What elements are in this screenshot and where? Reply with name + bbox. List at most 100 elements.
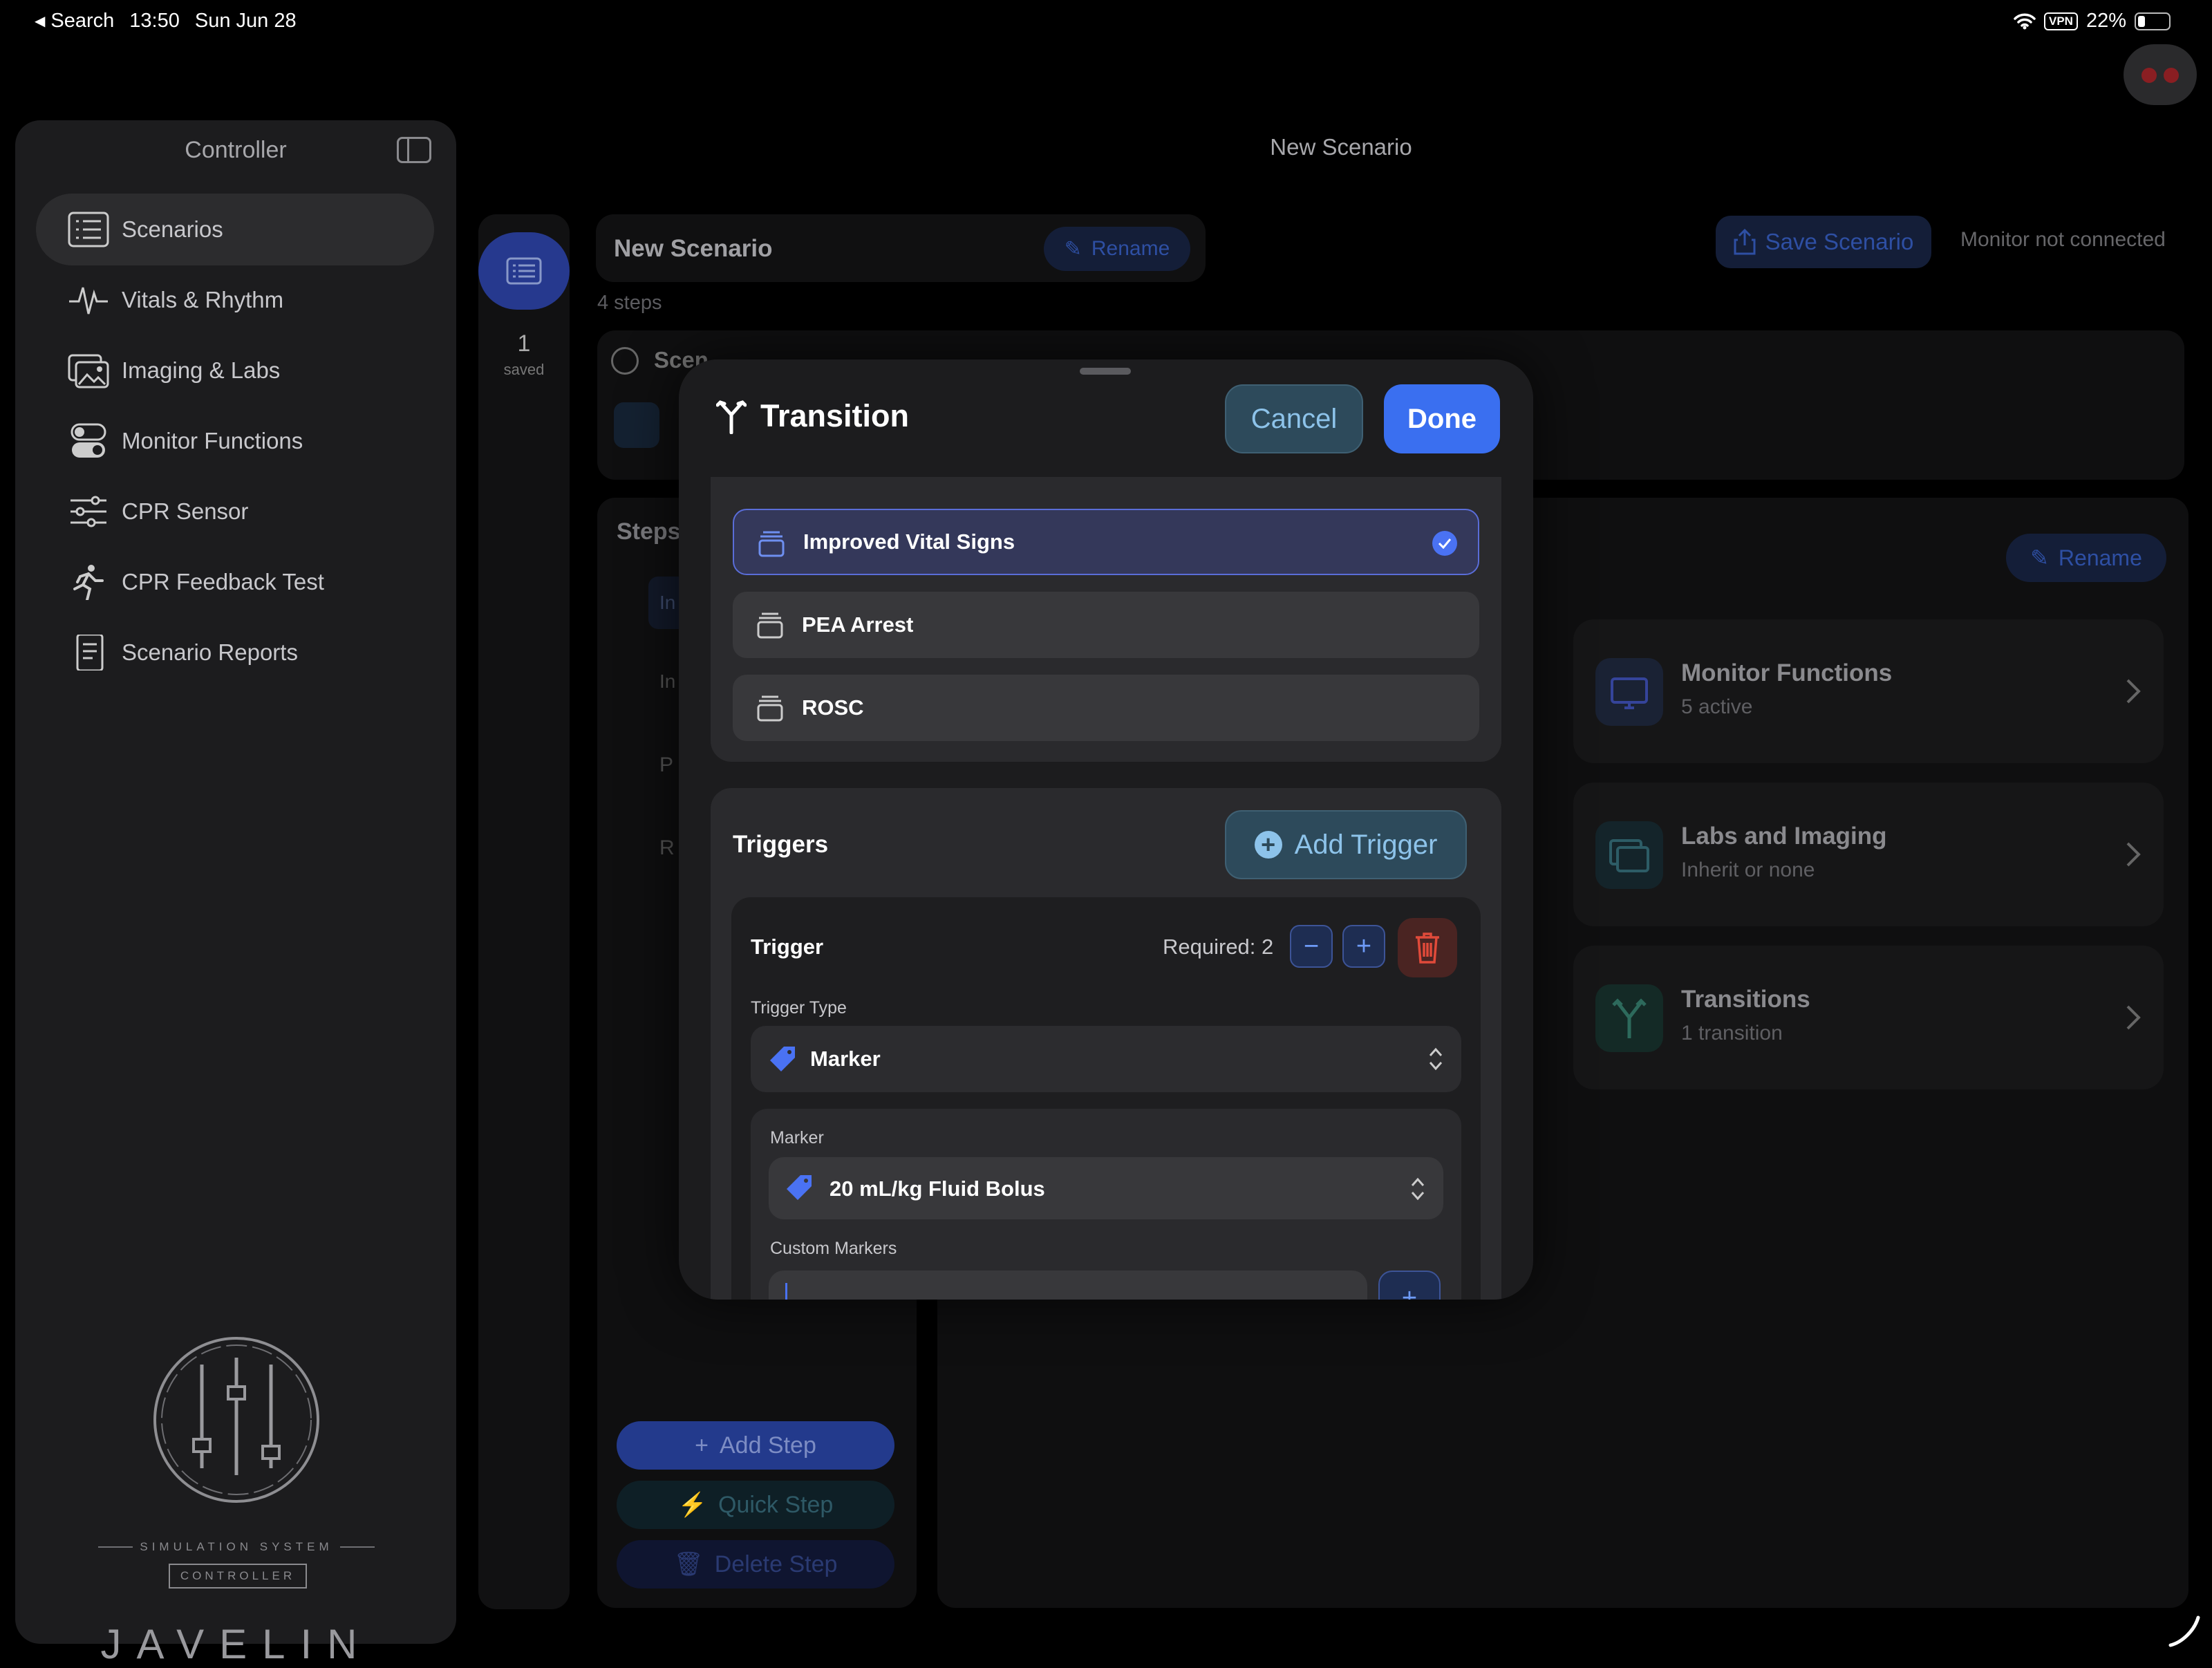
saved-label: saved: [503, 361, 545, 378]
sidebar-item-label: Imaging & Labs: [122, 357, 281, 383]
step-label[interactable]: R: [659, 836, 675, 860]
trigger-title: Trigger: [751, 935, 824, 959]
marker-picker[interactable]: 20 mL/kg Fluid Bolus: [769, 1157, 1443, 1219]
list-icon: [68, 212, 109, 247]
sidebar-item-label: CPR Feedback Test: [122, 569, 324, 594]
option-pea-arrest[interactable]: PEA Arrest: [733, 592, 1479, 658]
sidebar-item-imaging-labs[interactable]: Imaging & Labs: [36, 335, 434, 406]
chevron-right-icon: [2126, 842, 2141, 867]
wifi-icon: [2014, 13, 2036, 30]
logo-tagline-text: SIMULATION SYSTEM: [140, 1540, 333, 1553]
trigger-type-picker[interactable]: Marker: [751, 1026, 1461, 1092]
cancel-button[interactable]: Cancel: [1225, 384, 1363, 453]
minus-icon: −: [1303, 931, 1320, 961]
chevron-updown-icon: [1429, 1047, 1443, 1071]
status-date: Sun Jun 28: [194, 10, 297, 32]
card-title: Labs and Imaging: [1681, 823, 1887, 850]
sidebar-item-label: Scenario Reports: [122, 639, 298, 665]
increment-button[interactable]: +: [1342, 925, 1385, 968]
status-bar: ◀ Search 13:50 Sun Jun 28 VPN 22%: [0, 0, 2212, 44]
step-label[interactable]: In: [659, 671, 675, 693]
card-title: Monitor Functions: [1681, 659, 1893, 686]
sidebar-item-vitals-rhythm[interactable]: Vitals & Rhythm: [36, 264, 434, 336]
steps-heading: Steps: [617, 518, 681, 545]
document-icon: [68, 635, 109, 671]
delete-trigger-button[interactable]: [1398, 918, 1457, 977]
custom-marker-input[interactable]: [769, 1271, 1367, 1300]
triggers-heading: Triggers: [733, 831, 829, 858]
rename-label: Rename: [2058, 545, 2142, 570]
monitor-icon: [1595, 658, 1663, 726]
plus-icon: +: [1356, 931, 1372, 961]
pencil-icon: ✎: [1064, 237, 1082, 261]
card-subtitle: 1 transition: [1681, 1022, 1783, 1044]
card-monitor-functions[interactable]: Monitor Functions 5 active: [1573, 619, 2164, 763]
trigger-type-value: Marker: [810, 1047, 881, 1071]
marker-value: 20 mL/kg Fluid Bolus: [830, 1177, 1045, 1201]
plus-icon: +: [1401, 1283, 1418, 1300]
option-label: Improved Vital Signs: [803, 530, 1015, 554]
photos-icon: [1595, 821, 1663, 889]
rename-scenario-button[interactable]: ✎ Rename: [1044, 227, 1190, 271]
photos-icon: [68, 353, 109, 388]
sidebar-title: Controller: [185, 137, 287, 163]
add-step-label: Add Step: [719, 1432, 816, 1459]
custom-markers-label: Custom Markers: [770, 1239, 897, 1258]
resize-handle-icon[interactable]: [2168, 1615, 2201, 1648]
sidebar-toggle-icon[interactable]: [397, 137, 431, 163]
card-transitions[interactable]: Transitions 1 transition: [1573, 946, 2164, 1089]
card-labs-imaging[interactable]: Labs and Imaging Inherit or none: [1573, 783, 2164, 926]
step-label[interactable]: P: [659, 753, 673, 777]
transition-sheet: Transition Cancel Done Improved Vital Si…: [679, 359, 1533, 1300]
rename-step-button[interactable]: ✎ Rename: [2006, 534, 2166, 582]
sidebar-item-monitor-functions[interactable]: Monitor Functions: [36, 405, 434, 477]
sidebar-item-cpr-sensor[interactable]: CPR Sensor: [36, 476, 434, 547]
page-title: New Scenario: [1270, 134, 1412, 160]
chevron-updown-icon: [1411, 1177, 1425, 1201]
sidebar-item-label: CPR Sensor: [122, 498, 249, 524]
pencil-icon: ✎: [2030, 545, 2049, 570]
sidebar: Controller Scenarios Vitals & Rhythm Ima…: [15, 120, 456, 1667]
done-button[interactable]: Done: [1384, 384, 1500, 453]
chevron-right-icon: [2126, 679, 2141, 704]
saved-count: 1: [517, 330, 531, 357]
scenario-list-button[interactable]: [478, 232, 570, 310]
step-label: In: [659, 592, 676, 613]
option-label: ROSC: [802, 695, 864, 720]
sidebar-item-cpr-feedback-test[interactable]: CPR Feedback Test: [36, 546, 434, 618]
sidebar-item-label: Monitor Functions: [122, 428, 303, 453]
tag-icon: [770, 1047, 795, 1071]
add-trigger-button[interactable]: + Add Trigger: [1225, 810, 1467, 879]
share-icon: [1734, 229, 1756, 255]
option-rosc[interactable]: ROSC: [733, 675, 1479, 741]
save-label: Save Scenario: [1765, 229, 1914, 254]
add-trigger-label: Add Trigger: [1294, 829, 1438, 860]
scenario-name-bar: New Scenario ✎ Rename: [596, 214, 1206, 282]
trash-icon: [1416, 933, 1439, 964]
sidebar-item-label: Scenarios: [122, 216, 223, 242]
back-to-search-button[interactable]: ◀ Search: [35, 10, 114, 32]
battery-percent: 22%: [2086, 10, 2126, 32]
battery-icon: [2135, 12, 2171, 30]
sidebar-item-scenario-reports[interactable]: Scenario Reports: [36, 617, 434, 688]
sheet-grabber[interactable]: [1080, 368, 1131, 375]
save-scenario-button[interactable]: Save Scenario: [1716, 216, 1931, 268]
back-label: Search: [50, 10, 115, 32]
waveform-icon: [68, 282, 109, 318]
marker-label: Marker: [770, 1128, 824, 1147]
option-improved-vital-signs[interactable]: Improved Vital Signs: [733, 509, 1479, 575]
decrement-button[interactable]: −: [1290, 925, 1333, 968]
card-subtitle: 5 active: [1681, 695, 1753, 718]
saved-scenarios-rail: 1 saved: [478, 214, 570, 1609]
plus-circle-icon: +: [1254, 830, 1282, 859]
card-subtitle: Inherit or none: [1681, 859, 1815, 881]
add-step-button[interactable]: + Add Step: [617, 1421, 894, 1470]
add-custom-marker-button[interactable]: +: [1378, 1271, 1441, 1300]
people-icon: [611, 347, 639, 375]
sidebar-item-scenarios[interactable]: Scenarios: [36, 194, 434, 265]
text-cursor: [785, 1283, 787, 1300]
delete-step-button[interactable]: 🗑 Delete Step: [617, 1540, 894, 1589]
branch-icon: [716, 400, 747, 434]
monitor-indicator[interactable]: [2124, 44, 2197, 105]
quick-step-button[interactable]: ⚡ Quick Step: [617, 1481, 894, 1529]
